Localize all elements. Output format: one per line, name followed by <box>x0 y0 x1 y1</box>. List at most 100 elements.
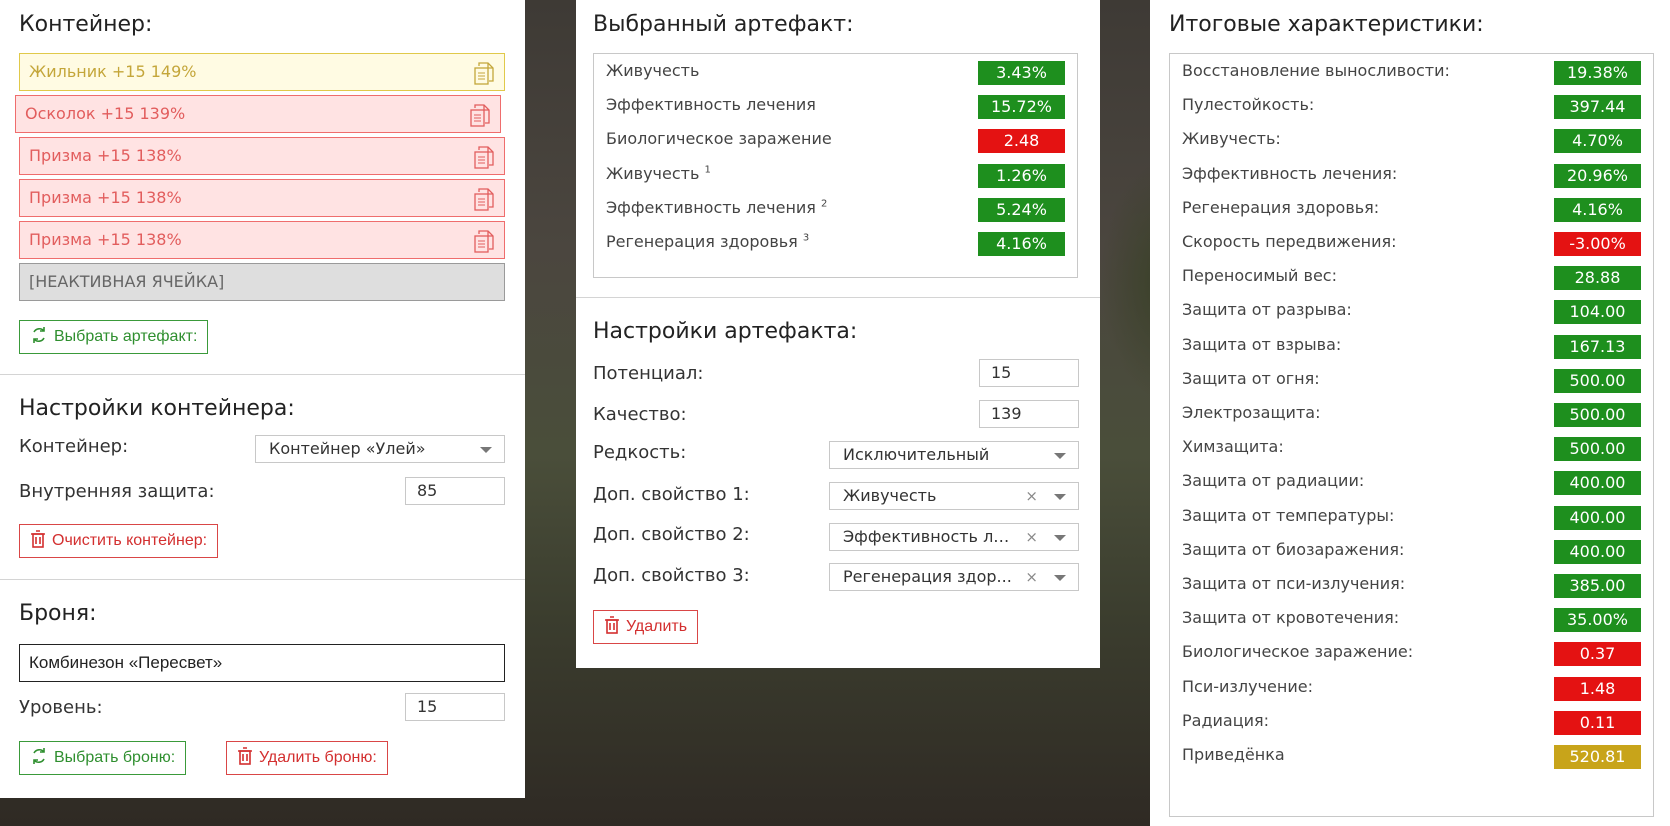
trash-icon <box>605 616 619 634</box>
stat-name-text: Пси-излучение: <box>1182 676 1313 696</box>
stat-name-text: Защита от кровотечения: <box>1182 608 1400 628</box>
stat-value-badge: 2.48 <box>978 129 1065 154</box>
stat-name-text: Защита от биозаражения: <box>1182 539 1405 559</box>
stat-row: Пси-излучение: 1.48 <box>1170 670 1653 706</box>
stat-name: Живучесть 1 <box>606 164 711 183</box>
stat-name-text: Биологическое заражение: <box>1182 642 1414 662</box>
delete-armor-button[interactable]: Удалить броню: <box>226 741 388 775</box>
container-select[interactable]: Контейнер «Улей» <box>255 435 505 463</box>
potential-label: Потенциал: <box>593 363 704 384</box>
stat-name: Химзащита: <box>1182 437 1284 456</box>
container-slot[interactable]: Призма +15 138% <box>19 221 505 259</box>
slot-label: Осколок +15 139% <box>25 104 186 123</box>
stat-row: Регенерация здоровья: 4.16% <box>1170 191 1653 227</box>
level-label: Уровень: <box>19 697 103 718</box>
extra3-select[interactable]: Регенерация здор... × <box>829 563 1079 591</box>
container-slot[interactable]: Призма +15 138% <box>19 137 505 175</box>
rarity-label: Редкость: <box>593 442 687 463</box>
stat-name-text: Переносимый вес: <box>1182 266 1337 286</box>
stat-name: Защита от биозаражения: <box>1182 540 1404 559</box>
stat-row: Биологическое заражение: 0.37 <box>1170 635 1653 671</box>
stat-value-badge: -3.00% <box>1554 232 1641 256</box>
stat-name: Регенерация здоровья: <box>1182 198 1379 217</box>
stat-name-text: Защита от разрыва: <box>1182 300 1352 320</box>
copy-icon[interactable] <box>473 229 495 253</box>
chevron-down-icon <box>1054 453 1066 459</box>
stat-row: Защита от радиации: 400.00 <box>1170 464 1653 500</box>
stat-index: 1 <box>704 164 711 176</box>
stat-row: Защита от взрыва: 167.13 <box>1170 328 1653 364</box>
chevron-down-icon <box>1054 575 1066 581</box>
potential-input[interactable]: 15 <box>979 359 1079 387</box>
quality-input[interactable]: 139 <box>979 400 1079 428</box>
stat-name: Биологическое заражение <box>606 129 832 148</box>
stat-name-text: Защита от огня: <box>1182 368 1320 388</box>
armor-field[interactable]: Комбинезон «Пересвет» <box>19 644 505 682</box>
stat-name-text: Химзащита: <box>1182 437 1284 457</box>
container-select-value: Контейнер «Улей» <box>269 439 426 458</box>
stat-row: Переносимый вес: 28.88 <box>1170 259 1653 295</box>
clear-container-button[interactable]: Очистить контейнер: <box>19 524 219 558</box>
stat-name-text: Эффективность лечения <box>606 95 816 115</box>
container-slot[interactable]: Осколок +15 139% <box>15 95 501 133</box>
container-slot[interactable]: Призма +15 138% <box>19 179 505 217</box>
refresh-icon <box>33 748 45 764</box>
extra2-select[interactable]: Эффективность ле... × <box>829 523 1079 551</box>
level-input[interactable]: 15 <box>405 693 505 721</box>
copy-icon[interactable] <box>473 61 495 85</box>
stat-value-badge: 400.00 <box>1554 505 1641 530</box>
stat-row: Регенерация здоровья 3 4.16% <box>594 225 1077 261</box>
copy-icon[interactable] <box>473 187 495 211</box>
inner-protection-input[interactable]: 85 <box>405 477 505 505</box>
stat-row: Защита от пси-излучения: 385.00 <box>1170 567 1653 603</box>
stat-name-text: Регенерация здоровья: <box>1182 197 1380 217</box>
extra2-select-value: Эффективность ле... <box>843 527 1018 546</box>
divider <box>0 579 525 580</box>
stat-index: 2 <box>821 198 828 210</box>
stat-name: Эффективность лечения 2 <box>606 198 827 217</box>
clear-icon[interactable]: × <box>1025 524 1038 550</box>
select-artifact-button[interactable]: Выбрать артефакт: <box>19 320 209 354</box>
extra1-select[interactable]: Живучесть × <box>829 482 1079 510</box>
stat-name: Защита от огня: <box>1182 369 1320 388</box>
stat-name-text: Эффективность лечения <box>606 197 816 217</box>
artifact-settings-title: Настройки артефакта: <box>593 319 858 344</box>
stat-value-badge: 0.37 <box>1554 642 1641 667</box>
select-armor-button[interactable]: Выбрать броню: <box>19 741 187 775</box>
extra3-label: Доп. свойство 3: <box>593 565 750 586</box>
rarity-select[interactable]: Исключительный <box>829 441 1079 469</box>
clear-icon[interactable]: × <box>1025 483 1038 509</box>
stat-value-badge: 4.16% <box>978 232 1065 256</box>
inactive-slot[interactable]: [НЕАКТИВНАЯ ЯЧЕЙКА] <box>19 263 505 301</box>
stat-name: Защита от температуры: <box>1182 506 1394 525</box>
stat-name-text: Защита от взрыва: <box>1182 334 1342 354</box>
delete-artifact-button[interactable]: Удалить <box>593 610 699 644</box>
stat-value-badge: 35.00% <box>1554 608 1641 633</box>
totals-title: Итоговые характеристики: <box>1169 12 1484 37</box>
stat-value-badge: 397.44 <box>1554 95 1641 120</box>
copy-icon[interactable] <box>469 103 491 127</box>
stat-value-badge: 500.00 <box>1554 437 1641 462</box>
stat-name-text: Восстановление выносливости: <box>1182 61 1450 80</box>
stat-value-badge: 0.11 <box>1554 710 1641 735</box>
stat-value-badge: 104.00 <box>1554 300 1641 325</box>
delete-artifact-label: Удалить <box>626 618 688 635</box>
stat-row: Защита от кровотечения: 35.00% <box>1170 601 1653 637</box>
stat-value-badge: 20.96% <box>1554 163 1641 188</box>
stat-name-text: Скорость передвижения: <box>1182 232 1397 251</box>
copy-icon[interactable] <box>473 145 495 169</box>
clear-icon[interactable]: × <box>1025 564 1038 590</box>
stat-row: Пулестойкость: 397.44 <box>1170 88 1653 124</box>
stat-name-text: Живучесть: <box>1182 129 1281 149</box>
stat-value-badge: 500.00 <box>1554 403 1641 427</box>
container-slot[interactable]: Жильник +15 149% <box>19 53 505 91</box>
stat-name-text: Живучесть <box>606 61 700 80</box>
inner-protection-label: Внутренняя защита: <box>19 481 215 502</box>
select-armor-label: Выбрать броню: <box>54 749 176 766</box>
left-panel: Контейнер: Жильник +15 149% Осколок +15 1… <box>0 0 525 798</box>
slot-label: [НЕАКТИВНАЯ ЯЧЕЙКА] <box>29 272 225 291</box>
refresh-icon <box>33 327 45 343</box>
stat-row: Скорость передвижения: -3.00% <box>1170 225 1653 261</box>
container-settings-title: Настройки контейнера: <box>19 396 295 421</box>
trash-icon <box>238 747 252 765</box>
